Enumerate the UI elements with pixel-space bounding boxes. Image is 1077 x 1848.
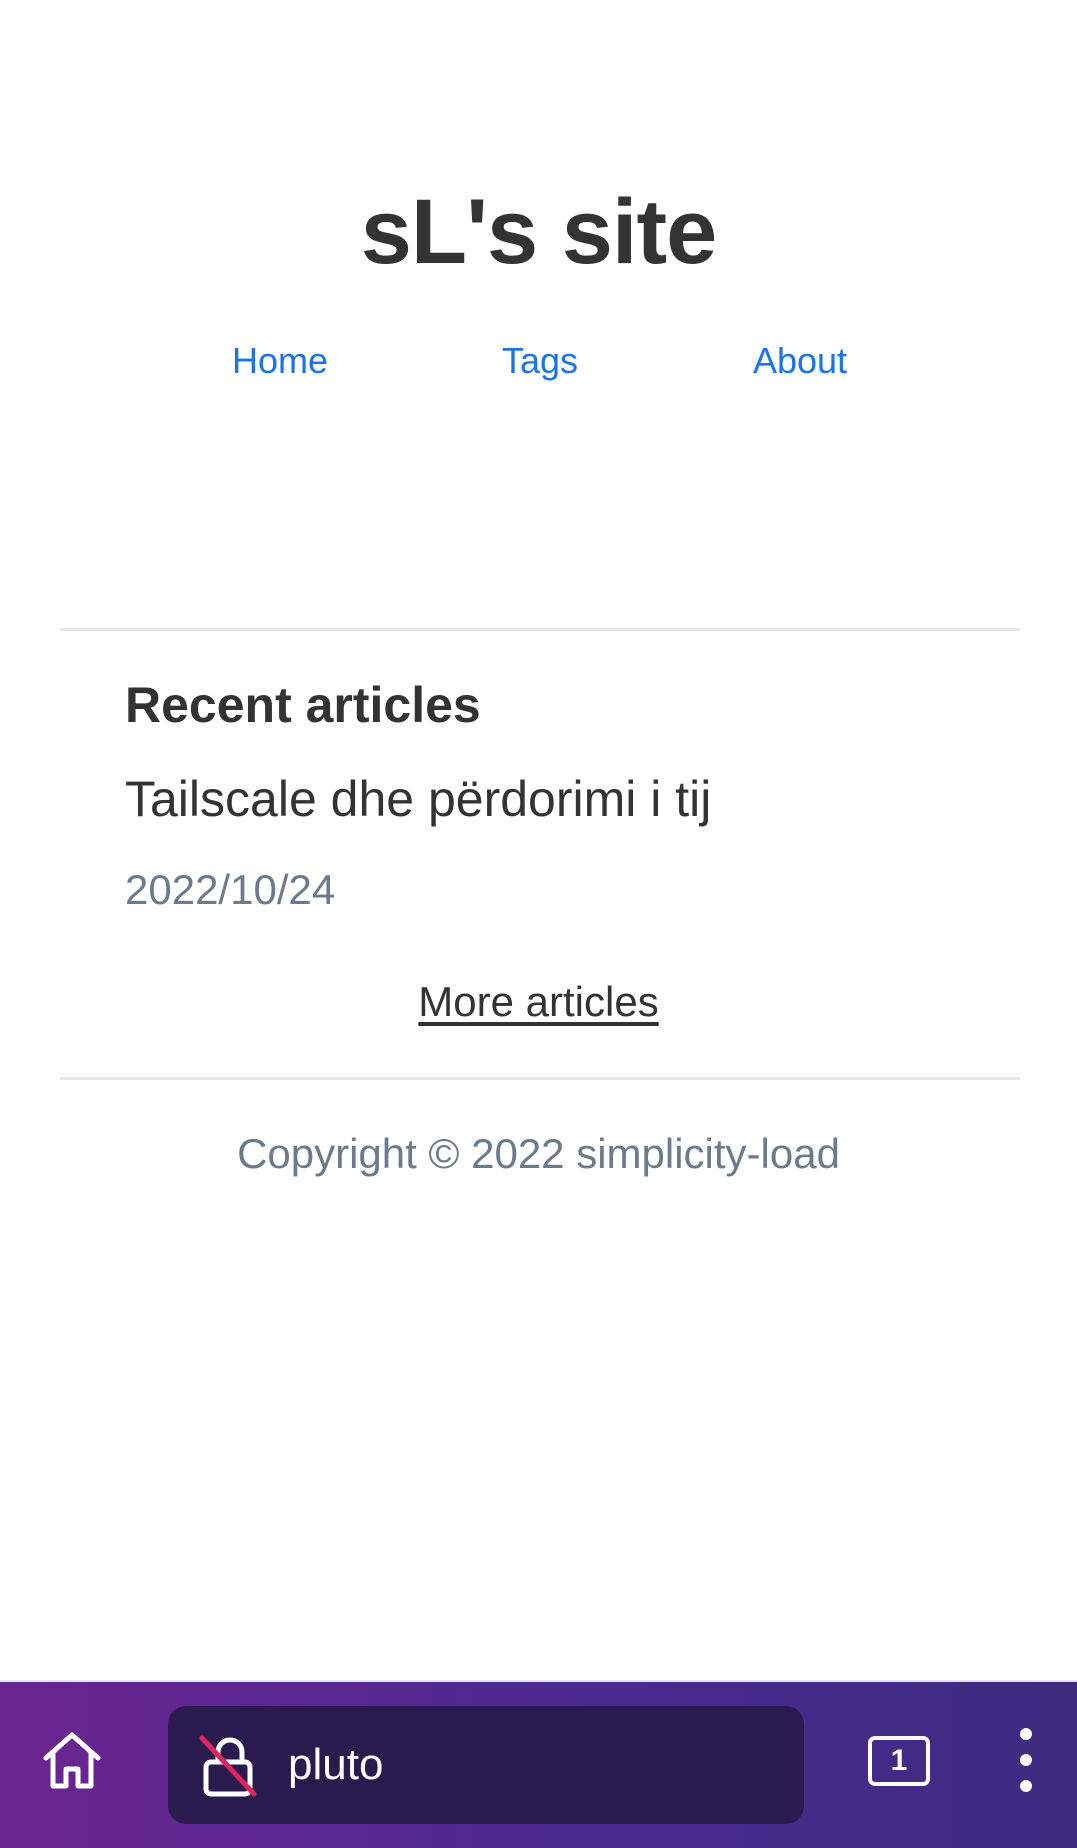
more-articles-container: More articles	[0, 978, 1077, 1026]
nav-home-link[interactable]: Home	[232, 340, 328, 382]
tabs-button[interactable]: 1	[868, 1736, 930, 1786]
main-nav: Home Tags About	[0, 340, 1077, 390]
nav-tags-link[interactable]: Tags	[502, 340, 578, 382]
browser-toolbar: pluto 1	[0, 1680, 1077, 1848]
insecure-lock-icon[interactable]	[198, 1734, 260, 1798]
nav-about-link[interactable]: About	[753, 340, 847, 382]
site-title: sL's site	[360, 181, 718, 283]
recent-articles-heading: Recent articles	[125, 677, 481, 733]
url-text[interactable]: pluto	[288, 1740, 383, 1790]
page: sL's site Home Tags About Recent article…	[0, 0, 1077, 1848]
home-button[interactable]	[38, 1726, 106, 1794]
copyright-text: Copyright © 2022 simplicity-load	[237, 1130, 840, 1177]
url-bar[interactable]: pluto	[168, 1706, 804, 1824]
more-vertical-icon[interactable]	[1010, 1728, 1046, 1808]
article-date: 2022/10/24	[125, 866, 336, 913]
more-articles-link[interactable]: More articles	[418, 978, 658, 1025]
divider-bottom	[60, 1077, 1020, 1080]
home-icon	[43, 1732, 101, 1789]
article-title-link[interactable]: Tailscale dhe përdorimi i tij	[125, 770, 711, 828]
divider-top	[60, 628, 1020, 631]
